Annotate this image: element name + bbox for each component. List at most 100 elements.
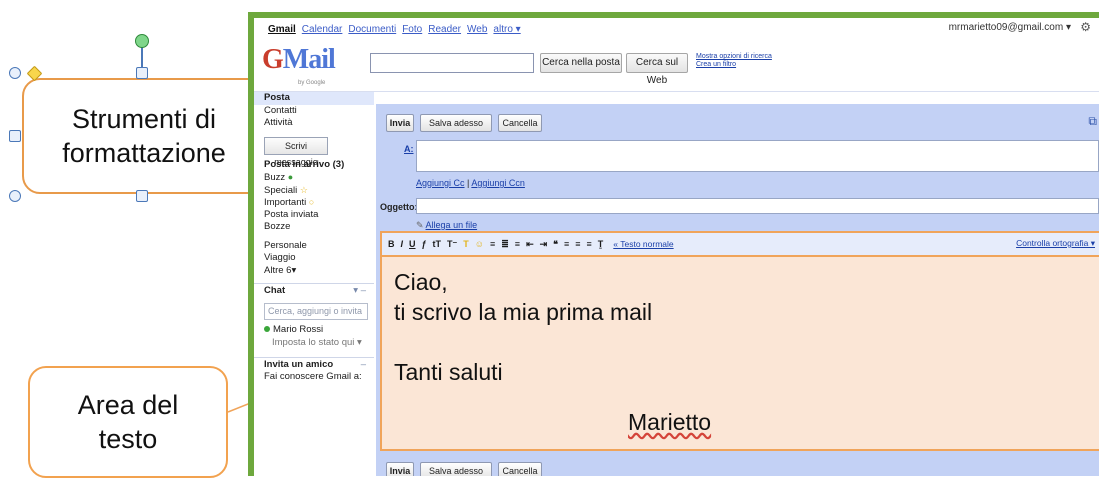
sidebar-item-tasks[interactable]: Attività (254, 117, 374, 130)
buzz-icon: ● (287, 172, 294, 182)
chat-status-selector[interactable]: Imposta lo stato qui ▾ (254, 337, 374, 350)
search-input[interactable] (370, 53, 534, 73)
numbered-list-icon[interactable]: ≣ (501, 239, 509, 250)
sidebar-item-sent[interactable]: Posta inviata (254, 209, 374, 222)
body-line: Tanti saluti (394, 359, 503, 385)
resize-handle-w[interactable] (9, 130, 21, 142)
to-label[interactable]: A: (404, 144, 414, 154)
emoticon-icon[interactable]: ☺ (475, 239, 484, 249)
paperclip-icon: ✎ (416, 220, 424, 230)
plain-text-link[interactable]: « Testo normale (613, 239, 673, 249)
resize-handle-s[interactable] (136, 190, 148, 202)
sidebar-item-contacts[interactable]: Contatti (254, 105, 374, 118)
search-web-button[interactable]: Cerca sul Web (626, 53, 688, 86)
sidebar-item-buzz[interactable]: Buzz ● (254, 171, 374, 184)
popout-icon[interactable]: ⧉ (1088, 114, 1097, 129)
font-size-icon[interactable]: tT (433, 239, 442, 249)
bulleted-list-icon[interactable]: ≡ (515, 239, 520, 249)
signature: Marietto (628, 409, 712, 435)
nav-photos[interactable]: Foto (402, 24, 422, 35)
message-body[interactable]: Ciao, ti scrivo la mia prima mail Tanti … (380, 255, 1099, 451)
callout-formatting-tools: Strumenti di formattazione (22, 78, 266, 194)
online-status-icon (264, 326, 270, 332)
nav-reader[interactable]: Reader (428, 24, 461, 35)
sidebar-item-drafts[interactable]: Bozze (254, 221, 374, 234)
body-line: Ciao, (394, 269, 448, 295)
remove-formatting-icon[interactable]: Ṯ (598, 239, 604, 249)
body-line: ti scrivo la mia prima mail (394, 299, 653, 325)
attach-file-link[interactable]: Allega un file (426, 220, 478, 230)
spellcheck-link[interactable]: Controlla ortografia ▾ (1016, 238, 1095, 249)
chat-search-input[interactable]: Cerca, aggiungi o invita (264, 303, 368, 320)
link-icon[interactable]: ≡ (490, 239, 495, 249)
send-button[interactable]: Invia (386, 114, 414, 132)
to-field[interactable] (416, 140, 1099, 172)
gmail-logo[interactable]: GMail (262, 44, 336, 76)
nav-documents[interactable]: Documenti (348, 24, 396, 35)
buzz-label: Buzz (264, 172, 286, 183)
save-now-button[interactable]: Salva adesso (420, 114, 492, 132)
callout-text-area-line1: Area del (77, 390, 179, 420)
underline-icon[interactable]: U (409, 239, 416, 249)
send-button-bottom[interactable]: Invia (386, 462, 414, 476)
sidebar-item-important[interactable]: Importanti ○ (254, 196, 374, 209)
attach-file[interactable]: ✎ Allega un file (416, 220, 477, 231)
chat-contact[interactable]: Mario Rossi (254, 324, 374, 337)
search-mail-button[interactable]: Cerca nella posta (540, 53, 622, 73)
highlight-color-icon[interactable]: T (463, 239, 469, 249)
rotation-handle[interactable] (135, 34, 149, 48)
add-cc-link[interactable]: Aggiungi Cc (416, 178, 465, 188)
increase-indent-icon[interactable]: ⇥ (540, 239, 548, 250)
resize-handle-nw[interactable] (9, 67, 21, 79)
align-center-icon[interactable]: ≡ (575, 239, 580, 249)
body-line (394, 327, 1089, 357)
gmail-header: GMail by Google Cerca nella posta Cerca … (254, 40, 1099, 92)
show-search-options-link[interactable]: Mostra opzioni di ricerca (696, 53, 772, 61)
nav-web[interactable]: Web (467, 24, 487, 35)
sidebar: Posta Contatti Attività Scrivi messaggio… (254, 92, 374, 476)
sidebar-item-mail[interactable]: Posta (254, 92, 374, 105)
compose-panel: Invia Salva adesso Cancella ⧉ A: Aggiung… (376, 104, 1099, 476)
resize-handle-sw[interactable] (9, 190, 21, 202)
top-navigation: Gmail Calendar Documenti Foto Reader Web… (254, 18, 1099, 40)
invite-collapse-icon[interactable]: – (361, 358, 366, 372)
sidebar-item-starred[interactable]: Speciali ☆ (254, 184, 374, 197)
subject-field[interactable] (416, 198, 1099, 214)
account-menu[interactable]: mrmarietto09@gmail.com ▾ (949, 22, 1071, 33)
compose-button[interactable]: Scrivi messaggio (264, 136, 328, 167)
sidebar-label-more[interactable]: Altre 6▾ (254, 265, 374, 278)
logo-text: Mail (282, 44, 336, 75)
callout-formatting-line2: formattazione (62, 138, 226, 168)
callout-formatting-line1: Strumenti di (71, 104, 217, 134)
decrease-indent-icon[interactable]: ⇤ (526, 239, 534, 250)
chat-contact-name: Mario Rossi (273, 324, 324, 335)
text-color-icon[interactable]: T⁻ (447, 239, 457, 250)
nav-calendar[interactable]: Calendar (302, 24, 343, 35)
sidebar-label-travel[interactable]: Viaggio (254, 252, 374, 265)
cancel-button[interactable]: Cancella (498, 114, 542, 132)
align-left-icon[interactable]: ≡ (564, 239, 569, 249)
resize-handle-n[interactable] (136, 67, 148, 79)
quote-icon[interactable]: ❝ (553, 239, 558, 250)
chat-header: Chat ▾ – (254, 283, 374, 297)
sidebar-label-personal[interactable]: Personale (254, 240, 374, 253)
invite-text: Fai conoscere Gmail a: (264, 371, 362, 382)
invite-title: Invita un amico (264, 359, 334, 370)
logo-g: G (262, 44, 284, 75)
align-right-icon[interactable]: ≡ (587, 239, 592, 249)
bold-icon[interactable]: B (388, 239, 395, 249)
create-filter-link[interactable]: Crea un filtro (696, 61, 772, 69)
formatting-area: B I U ƒ tT T⁻ T ☺ ≡ ≣ ≡ ⇤ ⇥ ❝ ≡ ≡ ≡ Ṯ «… (380, 231, 1099, 451)
sidebar-item-inbox[interactable]: Posta in arrivo (3) (254, 159, 374, 172)
nav-gmail[interactable]: Gmail (268, 24, 296, 35)
gear-icon[interactable]: ⚙ (1080, 20, 1091, 34)
important-label: Importanti (264, 197, 307, 208)
font-icon[interactable]: ƒ (422, 239, 427, 249)
chat-controls-icon[interactable]: ▾ – (353, 284, 366, 298)
add-bcc-link[interactable]: Aggiungi Ccn (471, 178, 525, 188)
cancel-button-bottom[interactable]: Cancella (498, 462, 542, 476)
italic-icon[interactable]: I (401, 239, 404, 249)
nav-more[interactable]: altro ▾ (493, 24, 520, 35)
callout-text-area: Area del testo (28, 366, 228, 478)
save-now-button-bottom[interactable]: Salva adesso (420, 462, 492, 476)
